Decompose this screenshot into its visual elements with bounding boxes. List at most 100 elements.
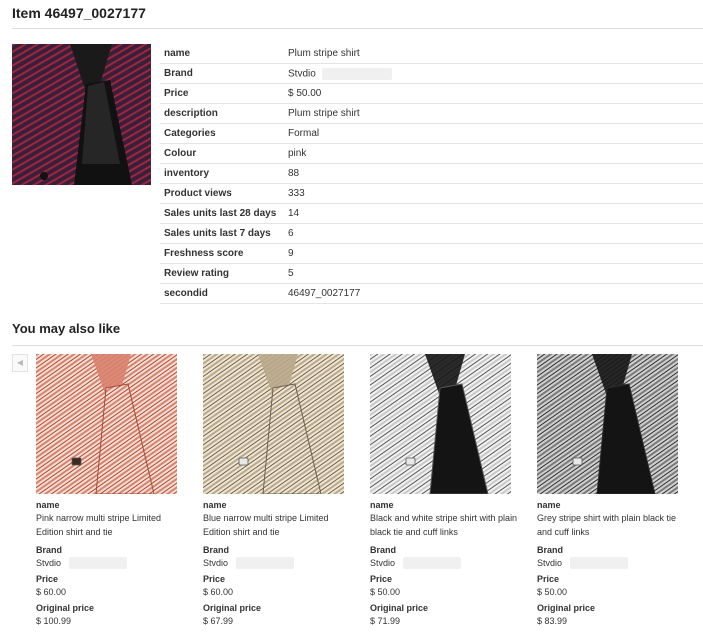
price-value: $ 50.00	[537, 587, 568, 597]
price-label: Price	[203, 574, 226, 584]
original-price-value: $ 100.99	[36, 616, 72, 626]
detail-value: Plum stripe shirt	[284, 44, 703, 64]
price-label: Price	[36, 574, 59, 584]
price-label: Price	[370, 574, 393, 584]
original-price-label: Original price	[203, 603, 262, 613]
plum-stripe-shirt-photo	[12, 44, 151, 185]
recommendation-image[interactable]	[203, 354, 344, 494]
detail-value-text: Formal	[288, 128, 320, 139]
recommendations-title: You may also like	[12, 321, 121, 336]
recommendation-card[interactable]: name Pink narrow multi stripe Limited Ed…	[36, 354, 186, 628]
title-divider	[12, 28, 703, 29]
brand-value-row: Stvdio	[370, 556, 520, 570]
redacted-brand-suffix	[236, 557, 295, 569]
detail-value: 333	[284, 183, 703, 204]
detail-value: 14	[284, 203, 703, 224]
detail-key: Sales units last 7 days	[160, 223, 284, 244]
detail-value: 5	[284, 263, 703, 284]
detail-value: Formal	[284, 123, 703, 144]
product-name[interactable]: Grey stripe shirt with plain black tie a…	[537, 511, 687, 541]
product-details-table: name Plum stripe shirt Brand Stvdio Price $ 5…	[160, 44, 703, 304]
detail-row: Colour pink	[160, 143, 703, 164]
detail-value-text: 88	[288, 168, 300, 179]
redacted-brand-suffix	[403, 557, 462, 569]
detail-key: description	[160, 103, 284, 124]
detail-value: Plum stripe shirt	[284, 103, 703, 124]
price-value: $ 50.00	[370, 587, 401, 597]
detail-value: $ 50.00	[284, 83, 703, 104]
detail-row: inventory 88	[160, 163, 703, 184]
product-name[interactable]: Pink narrow multi stripe Limited Edition…	[36, 511, 186, 541]
detail-value-text: 9	[288, 248, 294, 259]
brand-value: Stvdio	[36, 558, 62, 568]
recommendation-image[interactable]	[370, 354, 511, 494]
detail-row: Sales units last 28 days 14	[160, 203, 703, 224]
recommendation-card[interactable]: name Black and white stripe shirt with p…	[370, 354, 520, 628]
shirt-photo	[203, 354, 344, 494]
detail-value-text: 333	[288, 188, 305, 199]
brand-label: Brand	[203, 545, 230, 555]
detail-value: 46497_0027177	[284, 283, 703, 304]
detail-key: Price	[160, 83, 284, 104]
shirt-photo	[370, 354, 511, 494]
detail-value: pink	[284, 143, 703, 164]
detail-value: 6	[284, 223, 703, 244]
detail-key: name	[160, 44, 284, 64]
detail-row: name Plum stripe shirt	[160, 44, 703, 64]
detail-value-text: pink	[288, 148, 307, 159]
detail-value-text: $ 50.00	[288, 88, 322, 99]
original-price-label: Original price	[537, 603, 596, 613]
detail-value-text: 46497_0027177	[288, 288, 361, 299]
detail-value-text: 5	[288, 268, 294, 279]
detail-row: Brand Stvdio	[160, 63, 703, 84]
product-name[interactable]: Black and white stripe shirt with plain …	[370, 511, 520, 541]
brand-label: Brand	[537, 545, 564, 555]
detail-key: Sales units last 28 days	[160, 203, 284, 224]
detail-row: Price $ 50.00	[160, 83, 703, 104]
detail-value: 88	[284, 163, 703, 184]
detail-row: Categories Formal	[160, 123, 703, 144]
detail-value-text: 6	[288, 228, 294, 239]
price-value: $ 60.00	[36, 587, 67, 597]
brand-label: Brand	[36, 545, 63, 555]
name-label: name	[537, 500, 561, 510]
detail-key: inventory	[160, 163, 284, 184]
redacted-brand-suffix	[570, 557, 629, 569]
detail-row: secondid 46497_0027177	[160, 283, 703, 304]
original-price-value: $ 83.99	[537, 616, 568, 626]
detail-row: description Plum stripe shirt	[160, 103, 703, 124]
product-name[interactable]: Blue narrow multi stripe Limited Edition…	[203, 511, 353, 541]
name-label: name	[36, 500, 60, 510]
redacted-brand-suffix	[321, 67, 392, 80]
brand-value-row: Stvdio	[203, 556, 353, 570]
carousel-prev-button[interactable]: ◀	[12, 354, 28, 372]
recommendations-divider	[12, 345, 703, 346]
detail-value: Stvdio	[284, 63, 703, 84]
shirt-photo	[537, 354, 678, 494]
detail-key: Freshness score	[160, 243, 284, 264]
original-price-value: $ 71.99	[370, 616, 401, 626]
detail-value-text: Stvdio	[288, 68, 316, 80]
recommendation-card[interactable]: name Grey stripe shirt with plain black …	[537, 354, 687, 628]
detail-row: Product views 333	[160, 183, 703, 204]
price-value: $ 60.00	[203, 587, 234, 597]
detail-value-text: 14	[288, 208, 300, 219]
detail-key: secondid	[160, 283, 284, 304]
detail-key: Product views	[160, 183, 284, 204]
recommendation-image[interactable]	[537, 354, 678, 494]
brand-value: Stvdio	[203, 558, 229, 568]
detail-row: Review rating 5	[160, 263, 703, 284]
shirt-photo	[36, 354, 177, 494]
page-title: Item 46497_0027177	[12, 5, 146, 21]
detail-row: Sales units last 7 days 6	[160, 223, 703, 244]
detail-key: Colour	[160, 143, 284, 164]
original-price-value: $ 67.99	[203, 616, 234, 626]
recommendation-card[interactable]: name Blue narrow multi stripe Limited Ed…	[203, 354, 353, 628]
product-image	[12, 44, 151, 185]
brand-value-row: Stvdio	[537, 556, 687, 570]
original-price-label: Original price	[36, 603, 95, 613]
detail-key: Categories	[160, 123, 284, 144]
detail-value-text: Plum stripe shirt	[288, 48, 360, 59]
redacted-brand-suffix	[69, 557, 128, 569]
recommendation-image[interactable]	[36, 354, 177, 494]
